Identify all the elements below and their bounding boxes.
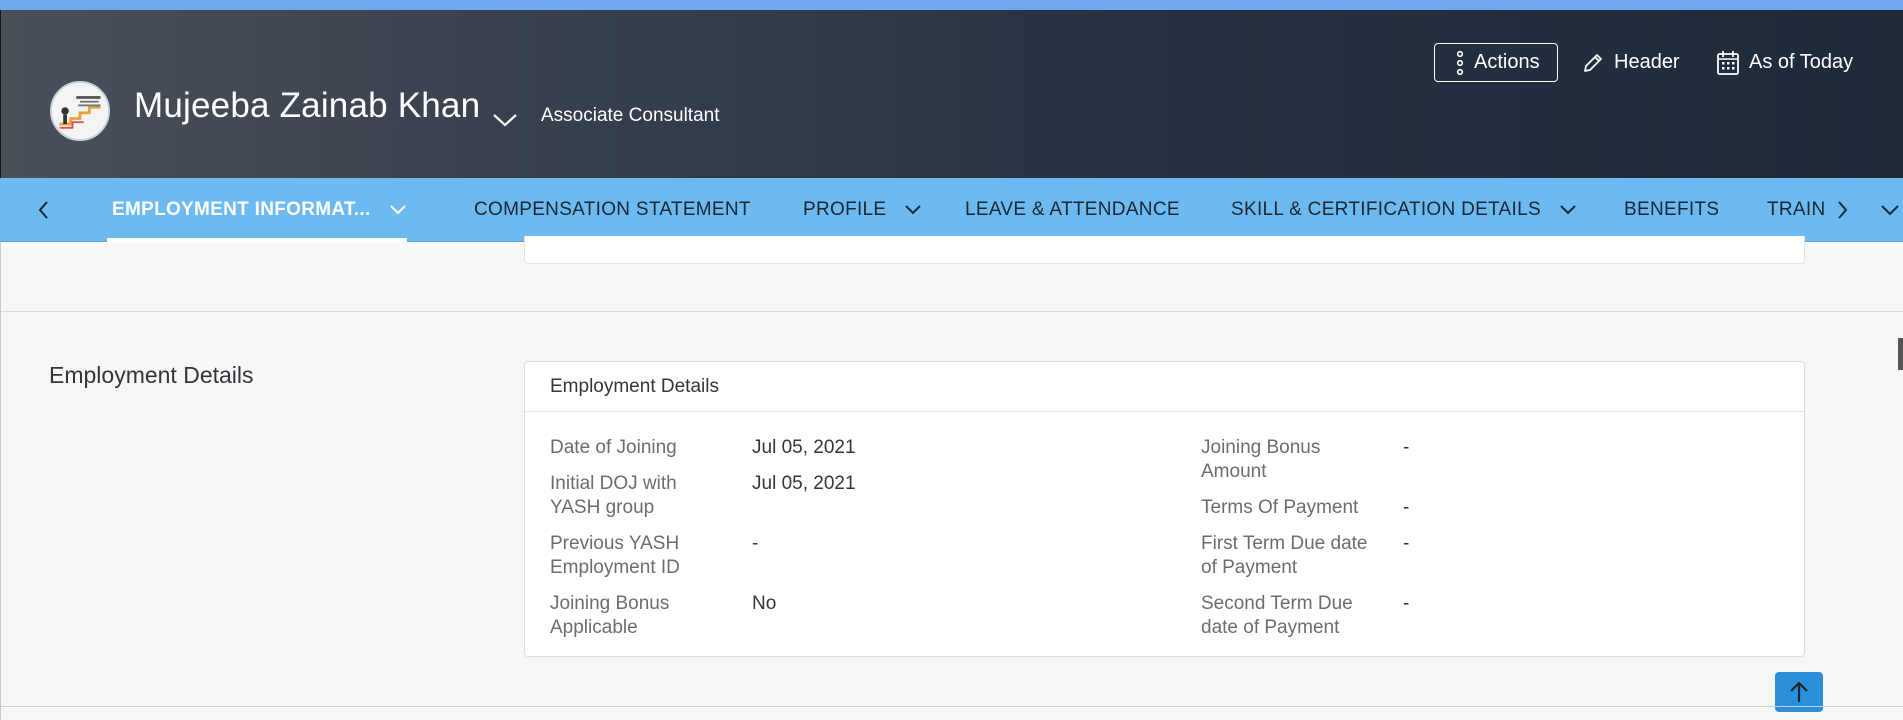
- employee-name: Mujeeba Zainab Khan: [134, 86, 481, 125]
- tab-label: COMPENSATION STATEMENT: [474, 199, 751, 220]
- field-value: Jul 05, 2021: [752, 473, 856, 494]
- header-button[interactable]: Header: [1581, 43, 1680, 82]
- employment-details-card: Employment Details Date of Joining Jul 0…: [524, 361, 1805, 657]
- field-label: Joining Bonus Applicable: [550, 593, 670, 638]
- edit-pencil-icon: [1584, 53, 1602, 72]
- arrow-up-icon: [1790, 681, 1808, 702]
- tab-skill-certification-details[interactable]: SKILL & CERTIFICATION DETAILS: [1231, 178, 1577, 242]
- tab-employment-information[interactable]: EMPLOYMENT INFORMAT...: [107, 178, 407, 242]
- chevron-left-icon[interactable]: [36, 178, 52, 242]
- avatar[interactable]: [50, 81, 110, 141]
- field-value: -: [1403, 593, 1410, 614]
- tab-label: SKILL & CERTIFICATION DETAILS: [1231, 199, 1541, 220]
- section-title: Employment Details: [49, 362, 254, 388]
- chevron-down-icon[interactable]: [1880, 178, 1900, 242]
- overflow-vertical-icon: [1456, 50, 1464, 75]
- actions-button[interactable]: Actions: [1434, 43, 1558, 82]
- field-value: -: [1403, 533, 1410, 554]
- chevron-down-icon: [1560, 205, 1576, 215]
- previous-section-card: [524, 236, 1805, 264]
- top-accent-strip: [0, 0, 1903, 10]
- tab-label: BENEFITS: [1624, 199, 1720, 220]
- chevron-down-icon: [905, 205, 922, 215]
- profile-header: Mujeeba Zainab Khan Associate Consultant…: [0, 10, 1903, 178]
- avatar-image: [52, 83, 108, 139]
- tab-label: LEAVE & ATTENDANCE: [965, 199, 1180, 220]
- field-label: Date of Joining: [550, 437, 677, 458]
- calendar-icon: [1717, 50, 1739, 75]
- field-value: -: [1403, 497, 1410, 518]
- tab-label: EMPLOYMENT INFORMAT...: [112, 199, 371, 220]
- side-panel-handle[interactable]: [1898, 338, 1903, 370]
- tab-label: TRAIN: [1767, 199, 1826, 220]
- field-label: Terms Of Payment: [1201, 497, 1359, 518]
- tab-label: PROFILE: [803, 199, 887, 220]
- field-label: Joining Bonus Amount: [1201, 437, 1321, 482]
- tab-profile[interactable]: PROFILE: [803, 178, 922, 242]
- tab-benefits[interactable]: BENEFITS: [1624, 178, 1719, 242]
- field-label: First Term Due date of Payment: [1201, 533, 1368, 578]
- field-value: -: [1403, 437, 1410, 458]
- section-divider: [0, 706, 1903, 707]
- tab-leave-attendance[interactable]: LEAVE & ATTENDANCE: [965, 178, 1180, 242]
- page-left-border: [0, 242, 1, 720]
- field-label: Previous YASH Employment ID: [550, 533, 680, 578]
- field-value: -: [752, 533, 759, 554]
- field-value: No: [752, 593, 777, 614]
- chevron-right-icon[interactable]: [1834, 178, 1850, 242]
- field-label: Second Term Due date of Payment: [1201, 593, 1353, 638]
- chevron-down-icon: [389, 205, 406, 215]
- card-title: Employment Details: [525, 362, 1804, 412]
- header-label: Header: [1614, 51, 1680, 73]
- chevron-down-icon[interactable]: [491, 110, 519, 130]
- as-of-today-label: As of Today: [1749, 51, 1854, 73]
- job-title: Associate Consultant: [541, 105, 720, 126]
- as-of-today-button[interactable]: As of Today: [1716, 43, 1853, 82]
- field-value: Jul 05, 2021: [752, 437, 856, 458]
- actions-label: Actions: [1474, 51, 1540, 73]
- tab-training[interactable]: TRAIN: [1767, 178, 1829, 242]
- tab-compensation-statement[interactable]: COMPENSATION STATEMENT: [474, 178, 751, 242]
- field-label: Initial DOJ with YASH group: [550, 473, 677, 518]
- section-tab-bar: EMPLOYMENT INFORMAT... COMPENSATION STAT…: [0, 178, 1903, 242]
